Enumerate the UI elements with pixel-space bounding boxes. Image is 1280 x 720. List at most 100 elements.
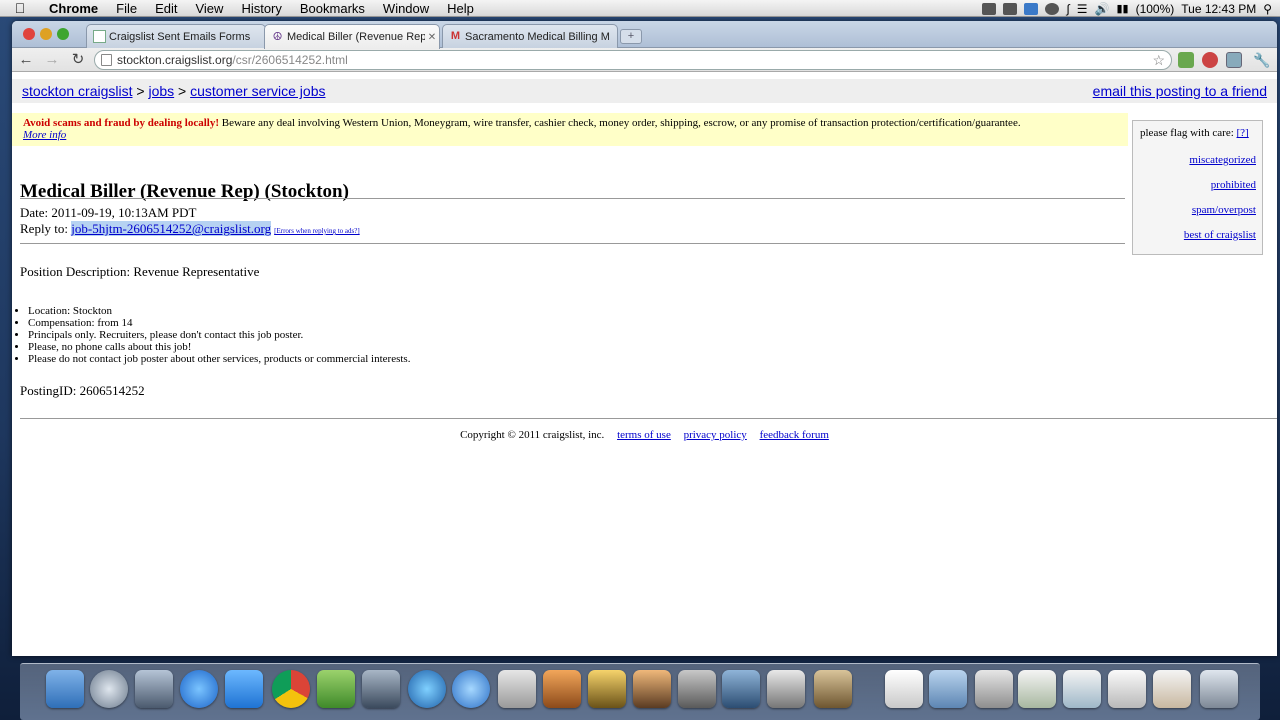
window-thumbnail-icon[interactable] <box>1018 670 1056 708</box>
evernote-icon[interactable] <box>317 670 355 708</box>
page-content: stockton craigslist > jobs > customer se… <box>12 73 1277 656</box>
tab-craigslist-sent-emails[interactable]: Craigslist Sent Emails Forms <box>86 24 266 48</box>
itunes-icon[interactable] <box>452 670 490 708</box>
scam-headline: Avoid scams and fraud by dealing locally… <box>23 117 219 129</box>
menu-history[interactable]: History <box>232 0 290 17</box>
battery-percent: (100%) <box>1135 1 1175 16</box>
chrome-icon[interactable] <box>272 670 310 708</box>
dropbox-status-icon[interactable] <box>1024 2 1039 15</box>
extension-window-icon[interactable] <box>1226 52 1242 68</box>
list-item: Location: Stockton <box>28 305 410 317</box>
menu-help[interactable]: Help <box>438 0 483 17</box>
bookmark-star-icon[interactable]: ☆ <box>1152 51 1165 69</box>
finder-icon[interactable] <box>46 670 84 708</box>
apple-menu-icon[interactable]:  <box>0 0 40 16</box>
iphoto-icon[interactable] <box>633 670 671 708</box>
posting-date: Date: 2011-09-19, 10:13AM PDT <box>20 205 197 220</box>
flag-box: please flag with care: [?] miscategorize… <box>1132 120 1263 255</box>
window-thumbnail-icon[interactable] <box>1108 670 1146 708</box>
menu-file[interactable]: File <box>107 0 146 17</box>
dropbox-icon[interactable] <box>225 670 263 708</box>
evernote-extension-icon[interactable] <box>1178 52 1194 68</box>
email-posting-link[interactable]: email this posting to a friend <box>1093 83 1267 99</box>
battery-icon[interactable]: ▮▮ <box>1116 2 1128 15</box>
reply-errors-link[interactable]: [Errors when replying to ads?] <box>274 227 360 235</box>
reload-icon[interactable]: ↻ <box>68 51 88 69</box>
address-bar[interactable]: stockton.craigslist.org/csr/2606514252.h… <box>94 50 1172 70</box>
flag-title-text: please flag with care: <box>1140 127 1234 139</box>
wifi-icon[interactable]: ☰ <box>1077 2 1088 16</box>
volume-icon[interactable]: 🔊 <box>1095 2 1110 16</box>
camera-status-icon[interactable] <box>1003 2 1018 15</box>
reply-label: Reply to: <box>20 221 72 236</box>
evernote-status-icon[interactable] <box>982 2 997 15</box>
menu-edit[interactable]: Edit <box>146 0 186 17</box>
flag-help-link[interactable]: [?] <box>1237 127 1249 139</box>
time-machine-icon[interactable] <box>1045 2 1060 15</box>
close-tab-icon[interactable]: ✕ <box>425 32 439 43</box>
screenflow-icon[interactable] <box>722 670 760 708</box>
reply-to-line: Reply to: job-5hjtm-2606514252@craigslis… <box>20 221 360 237</box>
privacy-policy-link[interactable]: privacy policy <box>684 429 747 441</box>
window-thumbnail-icon[interactable] <box>1153 670 1191 708</box>
more-info-link[interactable]: More info <box>23 129 66 141</box>
divider <box>20 198 1125 199</box>
tab-label: Sacramento Medical Billing M <box>465 30 610 43</box>
extension-icon[interactable] <box>1202 52 1218 68</box>
forward-icon[interactable]: → <box>42 51 62 69</box>
zoom-window-button[interactable] <box>57 28 69 40</box>
breadcrumb-stockton-craigslist[interactable]: stockton craigslist <box>22 83 132 99</box>
minimize-window-button[interactable] <box>40 28 52 40</box>
quicktime-icon[interactable] <box>408 670 446 708</box>
folder-icon[interactable] <box>929 670 967 708</box>
tab-sacramento-medical-billing[interactable]: M Sacramento Medical Billing M <box>442 24 618 48</box>
window-thumbnail-icon[interactable] <box>1063 670 1101 708</box>
breadcrumb: stockton craigslist > jobs > customer se… <box>12 79 1277 103</box>
app-store-icon[interactable] <box>180 670 218 708</box>
menu-view[interactable]: View <box>186 0 232 17</box>
reply-email-link[interactable]: job-5hjtm-2606514252@craigslist.org <box>71 221 272 236</box>
menubar-status-area: ∫ ☰ 🔊 ▮▮ (100%) Tue 12:43 PM ⚲ <box>982 0 1280 17</box>
new-tab-button[interactable]: + <box>620 29 642 44</box>
peace-favicon-icon: ☮ <box>272 30 283 43</box>
launchpad-icon[interactable] <box>90 670 128 708</box>
facetime-icon[interactable] <box>362 670 400 708</box>
flag-miscategorized[interactable]: miscategorized <box>1139 154 1256 166</box>
menu-bookmarks[interactable]: Bookmarks <box>291 0 374 17</box>
flag-prohibited[interactable]: prohibited <box>1139 179 1256 191</box>
trash-icon[interactable] <box>1200 670 1238 708</box>
list-item: Please, no phone calls about this job! <box>28 341 410 353</box>
spotlight-icon[interactable]: ⚲ <box>1263 2 1272 16</box>
keynote-icon[interactable] <box>543 670 581 708</box>
breadcrumb-jobs[interactable]: jobs <box>148 83 174 99</box>
tab-medical-biller[interactable]: ☮ Medical Biller (Revenue Rep) ✕ <box>264 24 440 49</box>
divider <box>20 418 1277 419</box>
breadcrumb-customer-service-jobs[interactable]: customer service jobs <box>190 83 325 99</box>
imovie-icon[interactable] <box>588 670 626 708</box>
breadcrumb-separator: > <box>178 83 187 99</box>
terms-of-use-link[interactable]: terms of use <box>617 429 671 441</box>
list-item: Principals only. Recruiters, please don'… <box>28 329 410 341</box>
alfred-icon[interactable] <box>814 670 852 708</box>
menu-app-chrome[interactable]: Chrome <box>40 0 107 17</box>
copyright-text: Copyright © 2011 craigslist, inc. <box>460 429 605 441</box>
breadcrumb-separator: > <box>136 83 145 99</box>
preview-icon[interactable] <box>135 670 173 708</box>
back-icon[interactable]: ← <box>16 51 36 69</box>
bluetooth-icon[interactable]: ∫ <box>1066 2 1069 16</box>
calculator-doc-icon[interactable] <box>975 670 1013 708</box>
feedback-forum-link[interactable]: feedback forum <box>760 429 829 441</box>
flag-best-of-craigslist[interactable]: best of craigslist <box>1139 229 1256 241</box>
image-capture-icon[interactable] <box>767 670 805 708</box>
flag-spam-overpost[interactable]: spam/overpost <box>1139 204 1256 216</box>
system-preferences-icon[interactable] <box>678 670 716 708</box>
wrench-menu-icon[interactable]: 🔧 <box>1252 51 1272 69</box>
scam-warning: Avoid scams and fraud by dealing locally… <box>12 113 1128 146</box>
calculator-icon[interactable] <box>498 670 536 708</box>
document-icon[interactable] <box>885 670 923 708</box>
clock[interactable]: Tue 12:43 PM <box>1181 2 1256 16</box>
footer: Copyright © 2011 craigslist, inc. terms … <box>12 429 1277 441</box>
menu-window[interactable]: Window <box>374 0 438 17</box>
tab-label: Craigslist Sent Emails Forms <box>109 30 251 43</box>
close-window-button[interactable] <box>23 28 35 40</box>
